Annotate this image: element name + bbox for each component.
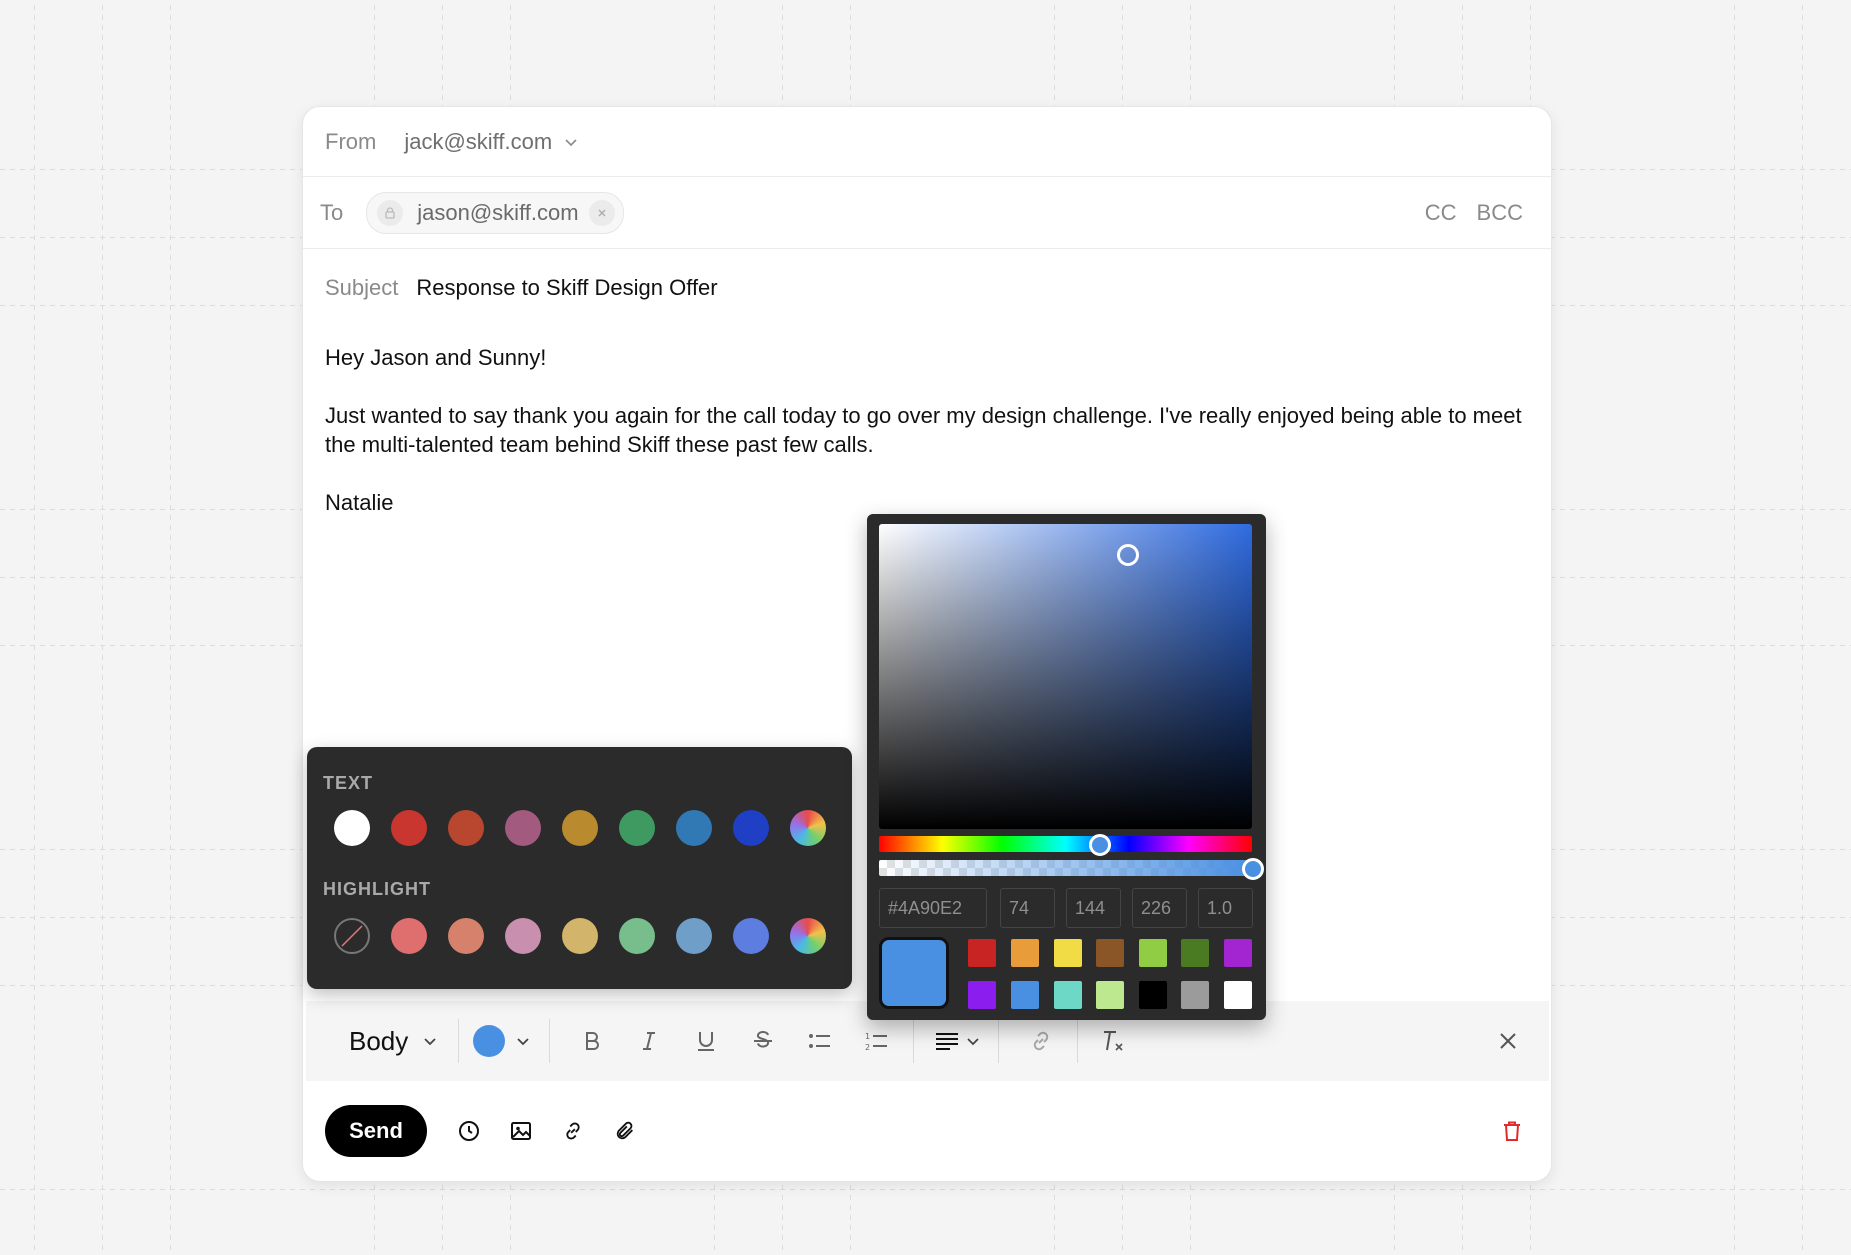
alpha-input[interactable]: 1.0	[1198, 888, 1253, 928]
highlight-color-gold[interactable]	[562, 918, 598, 954]
text-style-label: Body	[349, 1025, 409, 1056]
italic-icon[interactable]	[627, 1019, 671, 1063]
swatch-blue[interactable]	[1011, 981, 1039, 1009]
alpha-slider[interactable]	[879, 860, 1252, 876]
numbered-list-icon[interactable]: 12	[855, 1019, 899, 1063]
cc-button[interactable]: CC	[1425, 200, 1457, 226]
blue-input[interactable]: 226	[1132, 888, 1187, 928]
red-input[interactable]: 74	[1000, 888, 1055, 928]
subject-row: Subject Response to Skiff Design Offer	[303, 249, 1551, 327]
bullet-list-icon[interactable]	[798, 1019, 842, 1063]
recipient-chip[interactable]: jason@skiff.com	[366, 191, 624, 234]
swatch-red[interactable]	[968, 939, 996, 967]
text-color-green[interactable]	[619, 810, 655, 846]
to-row: To jason@skiff.com CC BCC	[303, 177, 1551, 249]
image-icon[interactable]	[506, 1116, 536, 1146]
hex-input[interactable]: #4A90E2	[879, 888, 987, 928]
highlight-colors-label: HIGHLIGHT	[323, 879, 431, 899]
text-color-button[interactable]	[473, 1019, 531, 1063]
bold-icon[interactable]	[570, 1019, 614, 1063]
clear-format-icon[interactable]	[1092, 1019, 1136, 1063]
hue-slider[interactable]	[879, 836, 1252, 852]
text-color-blue[interactable]	[676, 810, 712, 846]
attachment-icon[interactable]	[610, 1116, 640, 1146]
swatch-black[interactable]	[1139, 981, 1167, 1009]
body-paragraph: Just wanted to say thank you again for t…	[325, 403, 1522, 457]
color-preview	[879, 937, 949, 1009]
swatch-light-green[interactable]	[1096, 981, 1124, 1009]
align-icon	[936, 1033, 959, 1050]
hue-handle[interactable]	[1089, 834, 1111, 856]
chevron-down-icon	[967, 1038, 979, 1046]
close-icon[interactable]	[1493, 1019, 1523, 1063]
close-icon[interactable]	[588, 199, 615, 226]
text-color-pink[interactable]	[505, 810, 541, 846]
text-color-white[interactable]	[334, 810, 370, 846]
bcc-button[interactable]: BCC	[1477, 200, 1523, 226]
chevron-down-icon	[565, 138, 577, 146]
text-color-red[interactable]	[391, 810, 427, 846]
text-color-orange[interactable]	[448, 810, 484, 846]
greeting-text: Hey Jason and Sunny!	[325, 345, 547, 370]
swatch-white[interactable]	[1224, 981, 1252, 1009]
from-dropdown[interactable]: jack@skiff.com	[404, 129, 578, 155]
swatch-brown[interactable]	[1096, 939, 1124, 967]
highlight-color-green[interactable]	[619, 918, 655, 954]
swatch-gray[interactable]	[1181, 981, 1209, 1009]
highlight-color-pink[interactable]	[505, 918, 541, 954]
clock-icon[interactable]	[454, 1116, 484, 1146]
saturation-handle[interactable]	[1117, 544, 1139, 566]
swatch-magenta[interactable]	[1224, 939, 1252, 967]
signature-text: Natalie	[325, 490, 394, 515]
to-label: To	[320, 199, 344, 225]
color-picker-popover: #4A90E2 74 144 226 1.0	[867, 514, 1266, 1020]
swatch-teal[interactable]	[1054, 981, 1082, 1009]
svg-text:2: 2	[865, 1043, 870, 1052]
text-style-dropdown[interactable]: Body	[349, 1019, 438, 1063]
text-color-custom[interactable]	[790, 810, 826, 846]
from-row: From jack@skiff.com	[303, 107, 1551, 177]
highlight-color-indigo[interactable]	[733, 918, 769, 954]
underline-icon[interactable]	[684, 1019, 728, 1063]
subject-input[interactable]: Response to Skiff Design Offer	[416, 275, 717, 301]
alpha-handle[interactable]	[1242, 858, 1264, 880]
compose-actions: Send	[303, 1082, 1551, 1180]
highlight-color-none[interactable]	[334, 918, 370, 954]
highlight-color-orange[interactable]	[448, 918, 484, 954]
trash-icon[interactable]	[1497, 1116, 1527, 1146]
recipient-address: jason@skiff.com	[417, 199, 579, 225]
swatch-orange[interactable]	[1011, 939, 1039, 967]
swatch-purple[interactable]	[968, 981, 996, 1009]
link-icon[interactable]	[1019, 1019, 1063, 1063]
saturation-value-area[interactable]	[879, 524, 1252, 829]
chevron-down-icon	[517, 1038, 529, 1046]
link-icon[interactable]	[558, 1116, 588, 1146]
highlight-color-blue[interactable]	[676, 918, 712, 954]
subject-label: Subject	[325, 275, 399, 300]
highlight-color-red[interactable]	[391, 918, 427, 954]
text-color-navy[interactable]	[733, 810, 769, 846]
highlight-color-custom[interactable]	[790, 918, 826, 954]
chevron-down-icon	[424, 1038, 436, 1046]
send-button[interactable]: Send	[325, 1105, 427, 1157]
text-colors-label: TEXT	[323, 773, 374, 793]
strikethrough-icon[interactable]	[741, 1019, 785, 1063]
text-color-gold[interactable]	[562, 810, 598, 846]
swatch-olive[interactable]	[1181, 939, 1209, 967]
color-palette-popover: TEXT HIGHLIGHT	[307, 747, 852, 989]
swatch-lime[interactable]	[1139, 939, 1167, 967]
lock-icon	[377, 199, 404, 226]
svg-text:1: 1	[865, 1032, 870, 1041]
text-color-swatch	[473, 1025, 506, 1057]
align-dropdown[interactable]	[934, 1019, 980, 1063]
from-label: From	[325, 128, 377, 154]
from-address: jack@skiff.com	[404, 128, 553, 154]
swatch-yellow[interactable]	[1054, 939, 1082, 967]
green-input[interactable]: 144	[1066, 888, 1121, 928]
